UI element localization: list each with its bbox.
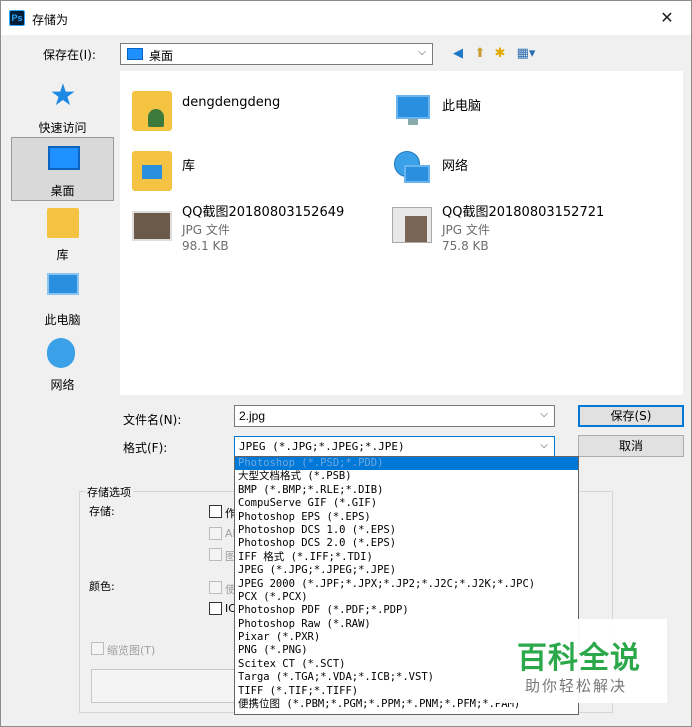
place-library[interactable]: 库 (11, 202, 114, 266)
network-icon (392, 151, 432, 191)
place-network[interactable]: 网络 (11, 332, 114, 396)
file-list: dengdengdeng 此电脑 库 网络 QQ截图20180803152649… (120, 71, 683, 395)
format-option[interactable]: Photoshop DCS 1.0 (*.EPS) (235, 524, 578, 537)
place-label: 桌面 (50, 184, 75, 198)
place-label: 库 (56, 248, 69, 262)
up-folder-icon[interactable]: ⬆ (471, 45, 489, 63)
format-select[interactable]: JPEG (*.JPG;*.JPEG;*.JPE) ⌵ (234, 436, 555, 458)
file-type: JPG 文件 (182, 223, 230, 237)
save-in-label: 保存在(I): (43, 48, 96, 62)
place-quick-access[interactable]: ★ 快速访问 (11, 75, 114, 139)
format-option[interactable]: 大型文档格式 (*.PSB) (235, 470, 578, 483)
place-label: 网络 (50, 378, 75, 392)
file-item[interactable]: QQ截图20180803152721 JPG 文件 75.8 KB (384, 195, 634, 261)
title-bar: Ps 存储为 ✕ (1, 1, 691, 35)
file-name: 网络 (442, 159, 469, 174)
file-item[interactable]: 库 (124, 141, 374, 197)
file-name: 库 (182, 159, 196, 174)
file-name: 此电脑 (442, 99, 482, 114)
filename-input[interactable]: 2.jpg ⌵ (234, 405, 555, 427)
watermark: 百科全说 助你轻松解决 (495, 619, 667, 703)
filename-value: 2.jpg (239, 409, 266, 423)
save-as-dialog: Ps 存储为 ✕ 保存在(I): 桌面 ⌵ ◀ ⬆ ✱ ▦▾ ★ 快速访问 桌面… (0, 0, 692, 727)
file-name: dengdengdeng (182, 95, 281, 110)
format-option[interactable]: JPEG 2000 (*.JPF;*.JPX;*.JP2;*.J2C;*.J2K… (235, 578, 578, 591)
cancel-button[interactable]: 取消 (578, 435, 684, 457)
image-thumbnail (132, 211, 172, 241)
format-option[interactable]: Photoshop (*.PSD;*.PDD) (235, 457, 578, 471)
file-item[interactable]: dengdengdeng (124, 81, 374, 137)
color-section-label: 颜色: (89, 580, 115, 593)
save-in-value: 桌面 (149, 49, 174, 63)
photoshop-app-icon: Ps (9, 10, 25, 26)
file-item[interactable]: 网络 (384, 141, 634, 197)
network-screen (404, 165, 430, 183)
file-name: QQ截图20180803152721 (442, 205, 605, 220)
format-label: 格式(F): (123, 441, 168, 455)
computer-icon (47, 273, 79, 295)
dialog-title: 存储为 (32, 13, 69, 27)
file-name: QQ截图20180803152649 (182, 205, 345, 220)
user-folder-icon (132, 91, 172, 131)
computer-stand (408, 119, 418, 125)
computer-screen (396, 95, 430, 119)
chevron-down-icon[interactable]: ⌵ (538, 440, 550, 454)
format-option[interactable]: PCX (*.PCX) (235, 591, 578, 604)
chevron-down-icon[interactable]: ⌵ (538, 409, 550, 423)
format-option[interactable]: IFF 格式 (*.IFF;*.TDI) (235, 551, 578, 564)
back-icon[interactable]: ◀ (449, 45, 467, 63)
file-type: JPG 文件 (442, 223, 490, 237)
network-icon (47, 338, 75, 368)
save-checkbox-3 (209, 548, 222, 561)
thumbnail-checkbox (91, 642, 104, 655)
save-in-combo[interactable]: 桌面 ⌵ (120, 43, 433, 65)
save-options-title: 存储选项 (85, 484, 133, 500)
chevron-down-icon: ⌵ (418, 47, 426, 58)
file-item[interactable]: QQ截图20180803152649 JPG 文件 98.1 KB (124, 195, 374, 261)
save-checkbox-2 (209, 527, 222, 540)
format-option[interactable]: CompuServe GIF (*.GIF) (235, 497, 578, 510)
image-thumbnail (392, 207, 432, 243)
view-menu-icon[interactable]: ▦▾ (513, 45, 539, 63)
watermark-title: 百科全说 (517, 641, 641, 676)
computer-icon (392, 91, 432, 131)
file-size: 98.1 KB (182, 239, 229, 253)
library-icon (47, 208, 79, 238)
desktop-folder-icon (127, 48, 143, 60)
place-label: 此电脑 (44, 313, 81, 327)
format-option[interactable]: BMP (*.BMP;*.RLE;*.DIB) (235, 484, 578, 497)
close-button[interactable]: ✕ (649, 3, 685, 33)
star-icon: ★ (49, 78, 77, 113)
format-option[interactable]: Photoshop PDF (*.PDF;*.PDP) (235, 604, 578, 617)
place-computer[interactable]: 此电脑 (11, 267, 114, 331)
format-option[interactable]: Photoshop EPS (*.EPS) (235, 511, 578, 524)
format-option[interactable]: Photoshop DCS 2.0 (*.EPS) (235, 537, 578, 550)
desktop-icon (48, 146, 80, 170)
file-size: 75.8 KB (442, 239, 489, 253)
color-checkbox-1 (209, 581, 222, 594)
place-label: 快速访问 (38, 121, 87, 135)
save-button[interactable]: 保存(S) (578, 405, 684, 427)
file-item[interactable]: 此电脑 (384, 81, 634, 137)
library-icon (132, 151, 172, 191)
format-option[interactable]: JPEG (*.JPG;*.JPEG;*.JPE) (235, 564, 578, 577)
place-desktop[interactable]: 桌面 (11, 137, 114, 201)
watermark-subtitle: 助你轻松解决 (525, 677, 628, 695)
icc-checkbox[interactable] (209, 602, 222, 615)
places-bar: ★ 快速访问 桌面 库 此电脑 网络 (9, 71, 116, 401)
thumbnail-label: 缩览图(T) (107, 644, 156, 657)
filename-label: 文件名(N): (123, 413, 182, 427)
format-value: JPEG (*.JPG;*.JPEG;*.JPE) (239, 440, 405, 453)
new-folder-icon[interactable]: ✱ (491, 45, 509, 63)
save-checkbox-1[interactable] (209, 505, 222, 518)
save-section-label: 存储: (89, 505, 115, 518)
